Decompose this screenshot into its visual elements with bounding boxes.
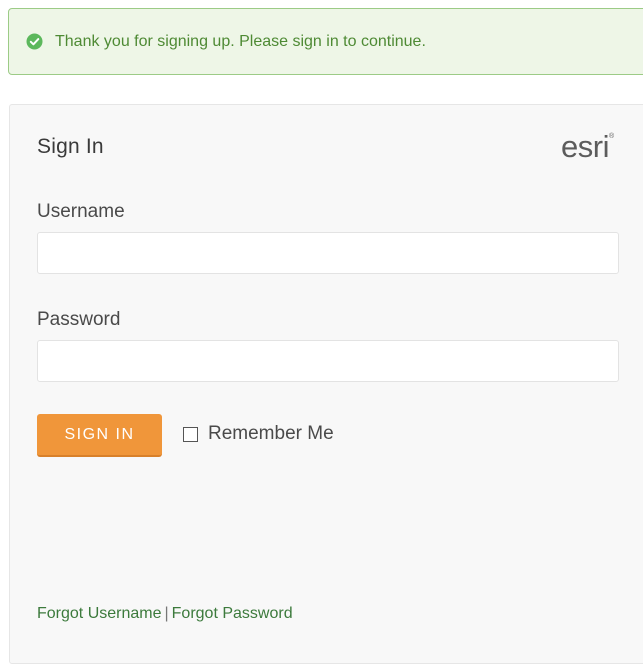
check-circle-icon	[26, 33, 43, 50]
password-label: Password	[37, 309, 121, 330]
username-input[interactable]	[37, 232, 619, 274]
success-alert: Thank you for signing up. Please sign in…	[8, 8, 643, 75]
esri-logo: esri®	[561, 129, 614, 165]
remember-me-checkbox[interactable]	[183, 426, 198, 442]
link-separator: |	[164, 605, 169, 622]
sign-in-button[interactable]: SIGN IN	[37, 414, 162, 457]
password-input[interactable]	[37, 340, 619, 382]
forgot-links: Forgot Username | Forgot Password	[37, 605, 293, 623]
forgot-username-link[interactable]: Forgot Username	[37, 605, 162, 622]
remember-me[interactable]: Remember Me	[183, 423, 334, 445]
sign-in-panel: Sign In esri® Username Password SIGN IN …	[9, 104, 643, 664]
esri-logo-text: esri	[561, 129, 609, 164]
sign-in-title: Sign In	[37, 135, 104, 158]
forgot-password-link[interactable]: Forgot Password	[172, 605, 293, 622]
registered-mark: ®	[608, 133, 614, 140]
username-label: Username	[37, 201, 125, 222]
remember-me-label[interactable]: Remember Me	[208, 423, 334, 445]
alert-message: Thank you for signing up. Please sign in…	[55, 32, 426, 50]
